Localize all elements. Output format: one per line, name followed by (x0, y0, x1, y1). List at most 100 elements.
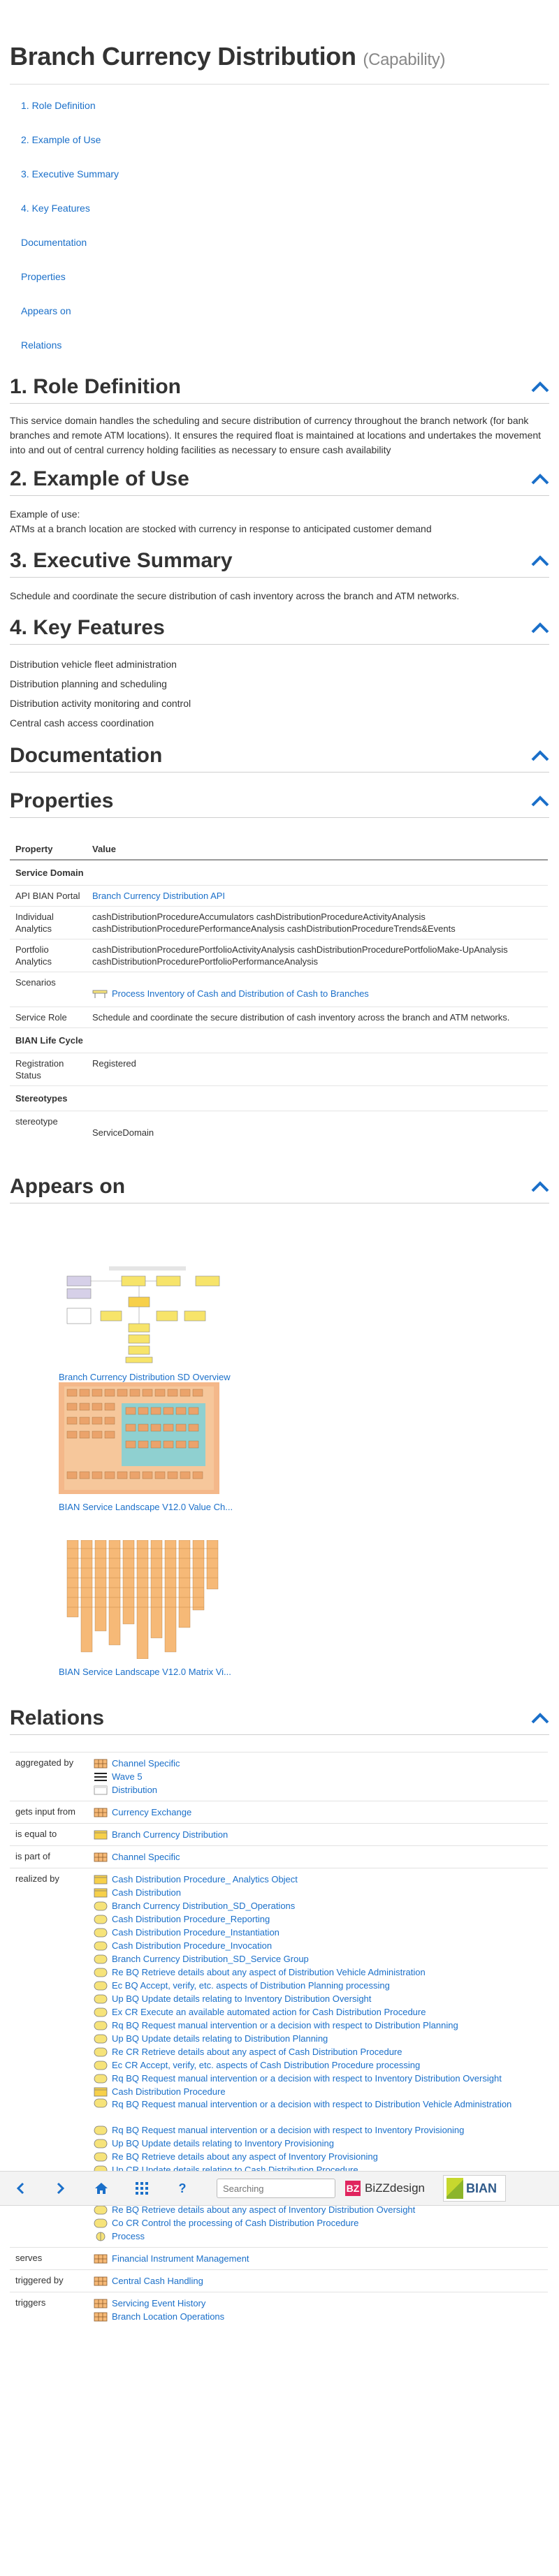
relation-link-label[interactable]: Up BQ Update details relating to Invento… (112, 1993, 371, 2005)
relation-link[interactable]: Servicing Event History (94, 2297, 548, 2310)
chevron-up-icon[interactable] (531, 473, 549, 485)
relation-link[interactable]: Ec CR Accept, verify, etc. aspects of Ca… (94, 2058, 548, 2072)
relation-link[interactable]: Re BQ Retrieve details about any aspect … (94, 2150, 548, 2163)
relation-link[interactable]: Cash Distribution Procedure_Invocation (94, 1939, 548, 1952)
relation-link-label[interactable]: Servicing Event History (112, 2297, 205, 2309)
toc-item[interactable]: Documentation (21, 233, 549, 267)
chevron-up-icon[interactable] (531, 622, 549, 634)
relation-link-label[interactable]: Central Cash Handling (112, 2275, 203, 2287)
relation-link-label[interactable]: Rq BQ Request manual intervention or a d… (112, 2019, 458, 2031)
chevron-up-icon[interactable] (531, 749, 549, 762)
relation-link-label[interactable]: Branch Location Operations (112, 2311, 224, 2322)
relation-link-label[interactable]: Cash Distribution Procedure_Reporting (112, 1913, 270, 1925)
relation-link-label[interactable]: Rq BQ Request manual intervention or a d… (112, 2098, 511, 2110)
relation-link[interactable]: Branch Currency Distribution_SD_Operatio… (94, 1899, 548, 1912)
relation-link-label[interactable]: Distribution (112, 1784, 157, 1796)
scenario-link[interactable]: Process Inventory of Cash and Distributi… (92, 988, 369, 1000)
relation-link[interactable]: Cash Distribution Procedure_Reporting (94, 1912, 548, 1926)
view-thumbnail[interactable]: BIAN Service Landscape V12.0 Matrix Vi..… (59, 1539, 317, 1677)
relation-link[interactable]: Up BQ Update details relating to Invento… (94, 2137, 548, 2150)
relation-link[interactable]: Central Cash Handling (94, 2274, 548, 2288)
toc-item[interactable]: Properties (21, 267, 549, 301)
chevron-up-icon[interactable] (531, 1180, 549, 1193)
relation-link[interactable]: Rq BQ Request manual intervention or a d… (94, 2123, 548, 2137)
relation-link[interactable]: Currency Exchange (94, 1806, 548, 1819)
relation-link-label[interactable]: Re BQ Retrieve details about any aspect … (112, 1966, 426, 1978)
relation-link-label[interactable]: Branch Currency Distribution (112, 1829, 228, 1840)
forward-button[interactable] (41, 2171, 81, 2206)
relation-link[interactable]: Branch Currency Distribution (94, 1828, 548, 1841)
relation-link-label[interactable]: Re CR Retrieve details about any aspect … (112, 2046, 402, 2058)
back-button[interactable] (0, 2171, 41, 2206)
relation-link-label[interactable]: Rq BQ Request manual intervention or a d… (112, 2124, 464, 2136)
relation-link[interactable]: Ex CR Execute an available automated act… (94, 2005, 548, 2019)
relation-link[interactable]: Co CR Control the processing of Cash Dis… (94, 2216, 548, 2230)
relation-link-label[interactable]: Cash Distribution Procedure (112, 2086, 226, 2098)
relation-link-label[interactable]: Channel Specific (112, 1851, 180, 1863)
relation-link[interactable]: Rq BQ Request manual intervention or a d… (94, 2019, 548, 2032)
toc-link-appears[interactable]: Appears on (21, 305, 71, 316)
relation-link-label[interactable]: Up BQ Update details relating to Distrib… (112, 2033, 328, 2044)
relation-link[interactable]: Branch Currency Distribution_SD_Service … (94, 1952, 548, 1966)
relation-link[interactable]: Distribution (94, 1783, 548, 1796)
relation-link-label[interactable]: Cash Distribution Procedure_ Analytics O… (112, 1873, 298, 1885)
chevron-up-icon[interactable] (531, 381, 549, 393)
relation-link[interactable]: Financial Instrument Management (94, 2252, 548, 2265)
toc-link-properties[interactable]: Properties (21, 271, 66, 282)
relation-link-label[interactable]: Cash Distribution Procedure_Instantiatio… (112, 1926, 280, 1938)
relation-link-label[interactable]: Ex CR Execute an available automated act… (112, 2006, 426, 2018)
relation-link[interactable]: Channel Specific (94, 1757, 548, 1770)
relation-link[interactable]: Re BQ Retrieve details about any aspect … (94, 1966, 548, 1979)
chevron-up-icon[interactable] (531, 555, 549, 567)
toc-link-example[interactable]: 2. Example of Use (21, 134, 101, 145)
relation-link[interactable]: Re CR Retrieve details about any aspect … (94, 2045, 548, 2058)
relation-link-label[interactable]: Cash Distribution Procedure_Invocation (112, 1940, 272, 1952)
relation-link[interactable]: Cash Distribution Procedure (94, 2085, 548, 2098)
toc-link-features[interactable]: 4. Key Features (21, 203, 90, 214)
view-thumbnail[interactable]: Branch Currency Distribution SD Overview (59, 1266, 317, 1382)
relation-link-label[interactable]: Ec BQ Accept, verify, etc. aspects of Di… (112, 1979, 390, 1991)
relation-link[interactable]: Up BQ Update details relating to Distrib… (94, 2032, 548, 2045)
toc-item[interactable]: 1. Role Definition (21, 96, 549, 130)
toc-item[interactable]: 4. Key Features (21, 198, 549, 233)
relation-link-label[interactable]: Financial Instrument Management (112, 2253, 249, 2264)
chevron-up-icon[interactable] (531, 795, 549, 807)
relation-link-label[interactable]: Ec CR Accept, verify, etc. aspects of Ca… (112, 2059, 420, 2071)
toc-link-summary[interactable]: 3. Executive Summary (21, 168, 119, 180)
relation-link-label[interactable]: Process (112, 2230, 145, 2242)
relation-link[interactable]: Rq BQ Request manual intervention or a d… (94, 2072, 548, 2085)
relation-link-label[interactable]: Up BQ Update details relating to Invento… (112, 2137, 334, 2149)
help-button[interactable]: ? (162, 2171, 203, 2206)
toc-item[interactable]: Relations (21, 335, 549, 369)
relation-link-label[interactable]: Re BQ Retrieve details about any aspect … (112, 2151, 378, 2162)
relation-link[interactable]: Cash Distribution (94, 1886, 548, 1899)
relation-link[interactable]: Rq BQ Request manual intervention or a d… (94, 2098, 548, 2123)
relation-link-label[interactable]: Channel Specific (112, 1757, 180, 1769)
relation-link[interactable]: Cash Distribution Procedure_Instantiatio… (94, 1926, 548, 1939)
view-caption[interactable]: BIAN Service Landscape V12.0 Value Ch... (59, 1502, 317, 1512)
toc-item[interactable]: 3. Executive Summary (21, 164, 549, 198)
relation-link[interactable]: Ec BQ Accept, verify, etc. aspects of Di… (94, 1979, 548, 1992)
toc-link-documentation[interactable]: Documentation (21, 237, 87, 248)
relation-link[interactable]: Up BQ Update details relating to Invento… (94, 1992, 548, 2005)
view-thumbnail[interactable]: BIAN Service Landscape V12.0 Value Ch... (59, 1382, 317, 1512)
relation-link[interactable]: Branch Location Operations (94, 2310, 548, 2323)
relation-link-label[interactable]: Wave 5 (112, 1771, 143, 1783)
toc-link-relations[interactable]: Relations (21, 339, 61, 351)
apps-button[interactable] (122, 2171, 162, 2206)
relation-link-label[interactable]: Currency Exchange (112, 1806, 191, 1818)
relation-link[interactable]: Process (94, 2230, 548, 2243)
toc-item[interactable]: Appears on (21, 301, 549, 335)
relation-link[interactable]: Wave 5 (94, 1770, 548, 1783)
scenario-link-label[interactable]: Process Inventory of Cash and Distributi… (112, 988, 369, 1000)
view-caption[interactable]: Branch Currency Distribution SD Overview (59, 1372, 317, 1382)
chevron-up-icon[interactable] (531, 1712, 549, 1725)
relation-link[interactable]: Cash Distribution Procedure_ Analytics O… (94, 1873, 548, 1886)
api-portal-link[interactable]: Branch Currency Distribution API (92, 891, 225, 901)
relation-link-label[interactable]: Co CR Control the processing of Cash Dis… (112, 2217, 358, 2229)
relation-link[interactable]: Channel Specific (94, 1850, 548, 1864)
relation-link-label[interactable]: Branch Currency Distribution_SD_Service … (112, 1953, 309, 1965)
home-button[interactable] (81, 2171, 122, 2206)
toc-link-role[interactable]: 1. Role Definition (21, 100, 96, 111)
view-caption[interactable]: BIAN Service Landscape V12.0 Matrix Vi..… (59, 1667, 317, 1677)
